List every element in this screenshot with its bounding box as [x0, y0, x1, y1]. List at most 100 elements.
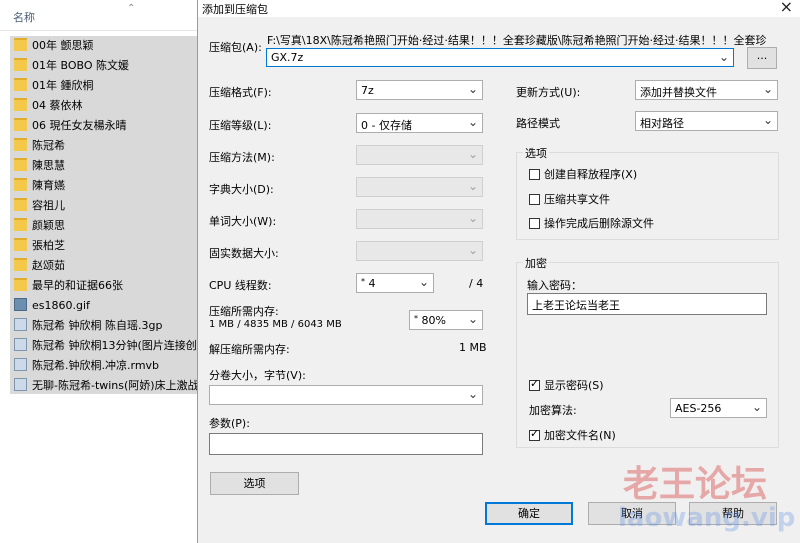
file-list-item[interactable]: 01年 鍾欣桐 [14, 76, 210, 96]
path-mode-select[interactable]: 相对路径 ⌄ [635, 111, 778, 131]
folder-icon [14, 198, 27, 211]
file-list-item[interactable]: 赵颂茹 [14, 256, 210, 276]
update-mode-select[interactable]: 添加并替换文件 ⌄ [635, 80, 778, 100]
sort-ascending-icon: ⌃ [127, 3, 136, 14]
column-header[interactable]: 名称 ⌃ [0, 0, 210, 31]
file-list-item[interactable]: 01年 BOBO 陈文媛 [14, 56, 210, 76]
level-select[interactable]: 0 - 仅存储 ⌄ [356, 113, 483, 133]
add-to-archive-dialog: 添加到压缩包 × 压缩包(A): F:\写真\18X\陈冠希艳照门开始·经过·结… [197, 0, 800, 543]
chevron-down-icon: ⌄ [467, 243, 478, 257]
browse-button[interactable]: ... [747, 47, 777, 69]
file-name: 06 現任女友楊永晴 [32, 119, 127, 132]
encrypt-names-checkbox[interactable]: 加密文件名(N) [529, 427, 616, 443]
method-select[interactable]: ⌄ [356, 145, 483, 165]
file-name: 陈冠希 钟欣桐13分钟(图片连接创 [32, 339, 197, 352]
file-list-item[interactable]: 容祖儿 [14, 196, 210, 216]
archive-path: F:\写真\18X\陈冠希艳照门开始·经过·结果！！！全套珍藏版\陈冠希艳照门开… [267, 34, 767, 47]
watermark-logo-text: 老王论坛 [623, 464, 768, 505]
cpu-threads-value: * 4 [361, 277, 376, 290]
chevron-down-icon: ⌄ [467, 82, 478, 96]
file-list-item[interactable]: 颜颖思 [14, 216, 210, 236]
checkbox-box[interactable] [529, 194, 540, 205]
create-sfx-checkbox[interactable]: 创建自释放程序(X) [529, 166, 637, 182]
enc-method-value: AES-256 [675, 402, 722, 415]
level-label: 压缩等级(L): [209, 119, 272, 132]
folder-icon [14, 178, 27, 191]
file-list-item[interactable]: 陈冠希 钟欣桐13分钟(图片连接创 [14, 336, 210, 356]
folder-icon [14, 118, 27, 131]
password-input[interactable]: 上老王论坛当老王 [527, 293, 767, 315]
split-label: 分卷大小，字节(V): [209, 369, 306, 382]
dict-select[interactable]: ⌄ [356, 177, 483, 197]
file-list-item[interactable]: 陈冠希 钟欣桐 陈自瑶.3gp [14, 316, 210, 336]
file-list: 00年 颤思颖 01年 BOBO 陈文媛 01年 鍾欣桐 04 蔡依林 06 現任女友楊… [10, 36, 210, 394]
file-name: 00年 颤思颖 [32, 39, 94, 52]
solid-select[interactable]: ⌄ [356, 241, 483, 261]
mem-percent-value: * 80% [414, 314, 446, 327]
chevron-down-icon: ⌄ [718, 50, 729, 64]
archive-name-combo[interactable]: GX.7z ⌄ [266, 48, 734, 67]
checkbox-box[interactable] [529, 377, 540, 391]
params-input[interactable] [209, 433, 483, 455]
file-list-item[interactable]: 陳育嬿 [14, 176, 210, 196]
file-name: es1860.gif [32, 299, 90, 312]
file-list-item[interactable]: 无聊-陈冠希-twins(阿娇)床上激战 [14, 376, 210, 396]
delete-after-checkbox[interactable]: 操作完成后删除源文件 [529, 215, 654, 231]
file-list-item[interactable]: 陳思慧 [14, 156, 210, 176]
file-list-item[interactable]: 陈冠希 [14, 136, 210, 156]
mem-percent-select[interactable]: * 80% ⌄ [409, 310, 483, 330]
name-column-label: 名称 [13, 11, 35, 24]
split-size-combo[interactable]: ⌄ [209, 385, 483, 405]
watermark-url: laowang.vip [618, 503, 796, 533]
ok-button[interactable]: 确定 [485, 502, 573, 525]
mem-decomp-value: 1 MB [459, 341, 487, 354]
mem-comp-label: 压缩所需内存: [209, 305, 279, 318]
file-list-item[interactable]: 00年 颤思颖 [14, 36, 210, 56]
delete-after-label: 操作完成后删除源文件 [544, 217, 654, 230]
enc-method-select[interactable]: AES-256 ⌄ [670, 398, 767, 418]
file-list-item[interactable]: 陈冠希.钟欣桐.冲凉.rmvb [14, 356, 210, 376]
update-mode-value: 添加并替换文件 [640, 86, 717, 99]
file-list-item[interactable]: 張柏芝 [14, 236, 210, 256]
chevron-down-icon: ⌄ [467, 179, 478, 193]
file-explorer: 名称 ⌃ 00年 颤思颖 01年 BOBO 陈文媛 01年 鍾欣桐 04 蔡依林 06 … [0, 0, 210, 543]
chevron-down-icon: ⌄ [751, 400, 762, 414]
format-select[interactable]: 7z ⌄ [356, 80, 483, 100]
archive-name-value: GX.7z [271, 51, 304, 64]
folder-icon [14, 158, 27, 171]
image-file-icon [14, 298, 27, 311]
title-bar[interactable]: 添加到压缩包 × [198, 0, 800, 17]
folder-icon [14, 258, 27, 271]
video-file-icon [14, 318, 27, 331]
chevron-down-icon: ⌄ [762, 113, 773, 127]
file-list-item[interactable]: 06 現任女友楊永晴 [14, 116, 210, 136]
folder-icon [14, 278, 27, 291]
close-icon[interactable]: × [780, 0, 793, 16]
mem-comp-detail: 1 MB / 4835 MB / 6043 MB [209, 319, 342, 330]
folder-icon [14, 98, 27, 111]
word-select[interactable]: ⌄ [356, 209, 483, 229]
file-list-item[interactable]: 04 蔡依林 [14, 96, 210, 116]
folder-icon [14, 78, 27, 91]
file-name: 01年 鍾欣桐 [32, 79, 94, 92]
checkbox-box[interactable] [529, 169, 540, 180]
shared-files-label: 压缩共享文件 [544, 193, 610, 206]
show-password-label: 显示密码(S) [544, 379, 604, 392]
file-name: 陈冠希 [32, 139, 65, 152]
folder-icon [14, 238, 27, 251]
options-button[interactable]: 选项 [210, 472, 299, 495]
method-label: 压缩方法(M): [209, 151, 275, 164]
file-list-item[interactable]: es1860.gif [14, 296, 210, 316]
checkbox-box[interactable] [529, 427, 540, 441]
dict-label: 字典大小(D): [209, 183, 274, 196]
chevron-down-icon: ⌄ [467, 387, 478, 401]
word-label: 单词大小(W): [209, 215, 277, 228]
show-password-checkbox[interactable]: 显示密码(S) [529, 377, 604, 393]
folder-icon [14, 138, 27, 151]
shared-files-checkbox[interactable]: 压缩共享文件 [529, 191, 610, 207]
file-name: 陈冠希 钟欣桐 陈自瑶.3gp [32, 319, 163, 332]
file-list-item[interactable]: 最早的和证据66张 [14, 276, 210, 296]
enc-method-label: 加密算法: [529, 404, 577, 417]
checkbox-box[interactable] [529, 218, 540, 229]
cpu-threads-select[interactable]: * 4 ⌄ [356, 273, 434, 293]
